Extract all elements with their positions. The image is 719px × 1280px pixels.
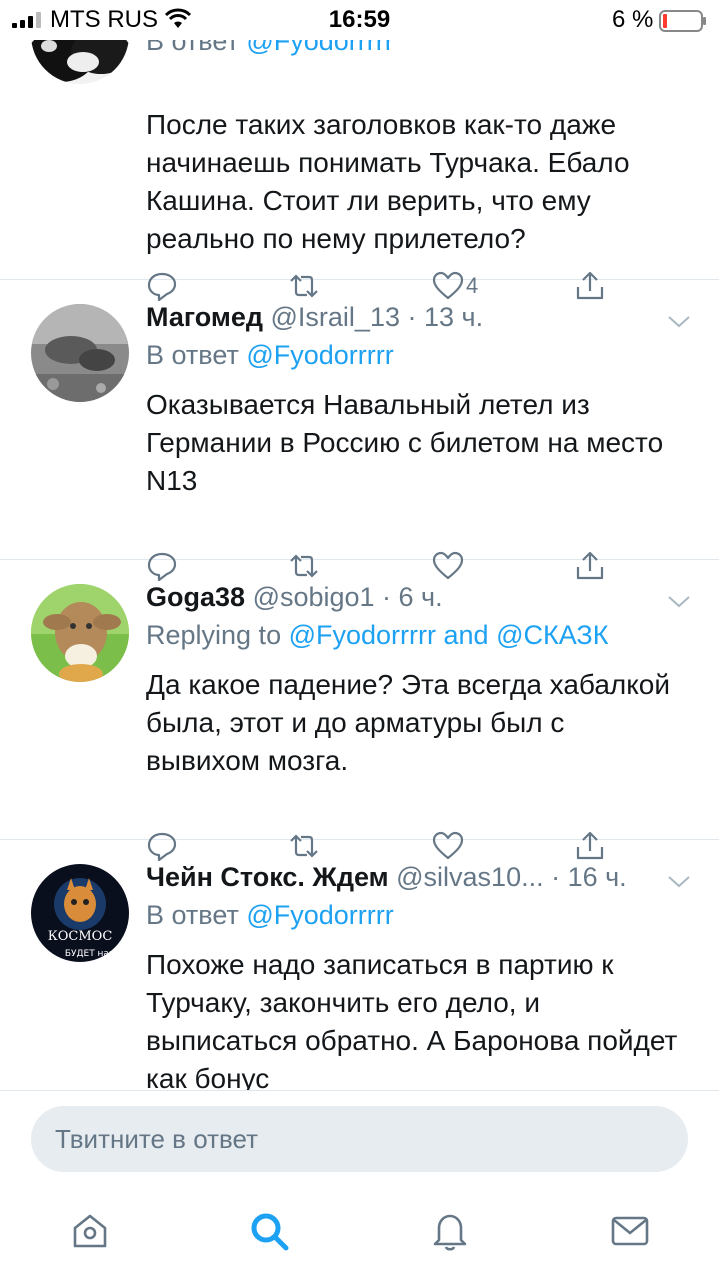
tweet-header: Чейн Стокс. Ждем @silvas10... · 16 ч. (146, 862, 627, 893)
display-name[interactable]: Магомед (146, 302, 263, 332)
tab-home[interactable] (69, 1210, 111, 1252)
reply-input-placeholder: Твитните в ответ (55, 1124, 259, 1154)
avatar-caption: КОСМОС (48, 929, 113, 944)
tweet[interactable]: Магомед @Israil_13 · 13 ч. В ответ @Fyod… (0, 280, 719, 582)
avatar-caption: БУДЕТ наш (65, 949, 117, 959)
tweet-text: Похоже надо записаться в партию к Турчак… (146, 949, 678, 1090)
tweet[interactable]: В ответ @Fyodorrrrr После таких заголовк… (0, 40, 719, 302)
mention-link[interactable]: @Fyodorrrrr (246, 900, 393, 930)
reply-context: В ответ @Fyodorrrrr (146, 340, 394, 370)
tweet-text: Да какое падение? Эта всегда хабалкой бы… (146, 669, 671, 776)
avatar[interactable] (31, 40, 129, 84)
home-icon (73, 1214, 107, 1248)
reply-composer-bar: Твитните в ответ (0, 1090, 719, 1178)
bottom-tab-bar (0, 1178, 719, 1280)
tweet[interactable]: Goga38 @sobigo1 · 6 ч. Replying to @Fyod… (0, 560, 719, 862)
search-icon (251, 1213, 289, 1251)
tab-search[interactable] (248, 1210, 290, 1252)
status-bar: MTS RUS 16:59 6 % (0, 0, 719, 40)
chevron-down-icon[interactable] (667, 594, 691, 610)
avatar[interactable] (31, 304, 129, 402)
tweet-text: После таких заголовков как-то даже начин… (146, 109, 630, 254)
avatar[interactable]: КОСМОС БУДЕТ наш (31, 864, 129, 962)
tweet-text: Оказывается Навальный летел из Германии … (146, 389, 664, 496)
tweet-header: Goga38 @sobigo1 · 6 ч. (146, 582, 443, 613)
tweet[interactable]: КОСМОС БУДЕТ наш Чейн Стокс. Ждем @silva… (0, 840, 719, 1090)
messages-icon (611, 1216, 649, 1246)
mention-link[interactable]: @Fyodorrrrr (246, 40, 393, 56)
tab-messages[interactable] (609, 1210, 651, 1252)
display-name[interactable]: Чейн Стокс. Ждем (146, 862, 389, 892)
battery-icon (659, 10, 706, 32)
handle-and-time: @silvas10... · 16 ч. (396, 862, 627, 892)
handle-and-time: @sobigo1 · 6 ч. (252, 582, 443, 612)
chevron-down-icon[interactable] (667, 874, 691, 890)
reply-context: В ответ @Fyodorrrrr (146, 900, 394, 930)
battery-percentage: 6 % (612, 6, 654, 33)
replies-feed[interactable]: В ответ @Fyodorrrrr После таких заголовк… (0, 40, 719, 1090)
tweet-header: Магомед @Israil_13 · 13 ч. (146, 302, 483, 333)
tab-notifications[interactable] (429, 1210, 471, 1252)
mention-link[interactable]: @Fyodorrrrr and @СКАЗК (289, 620, 609, 650)
reply-context: Replying to @Fyodorrrrr and @СКАЗК (146, 620, 609, 650)
mention-link[interactable]: @Fyodorrrrr (246, 340, 393, 370)
avatar[interactable] (31, 584, 129, 682)
display-name[interactable]: Goga38 (146, 582, 245, 612)
reply-input[interactable]: Твитните в ответ (31, 1106, 688, 1172)
handle-and-time: @Israil_13 · 13 ч. (270, 302, 484, 332)
reply-context: В ответ @Fyodorrrrr (146, 40, 394, 57)
notifications-icon (433, 1214, 467, 1251)
chevron-down-icon[interactable] (667, 314, 691, 330)
